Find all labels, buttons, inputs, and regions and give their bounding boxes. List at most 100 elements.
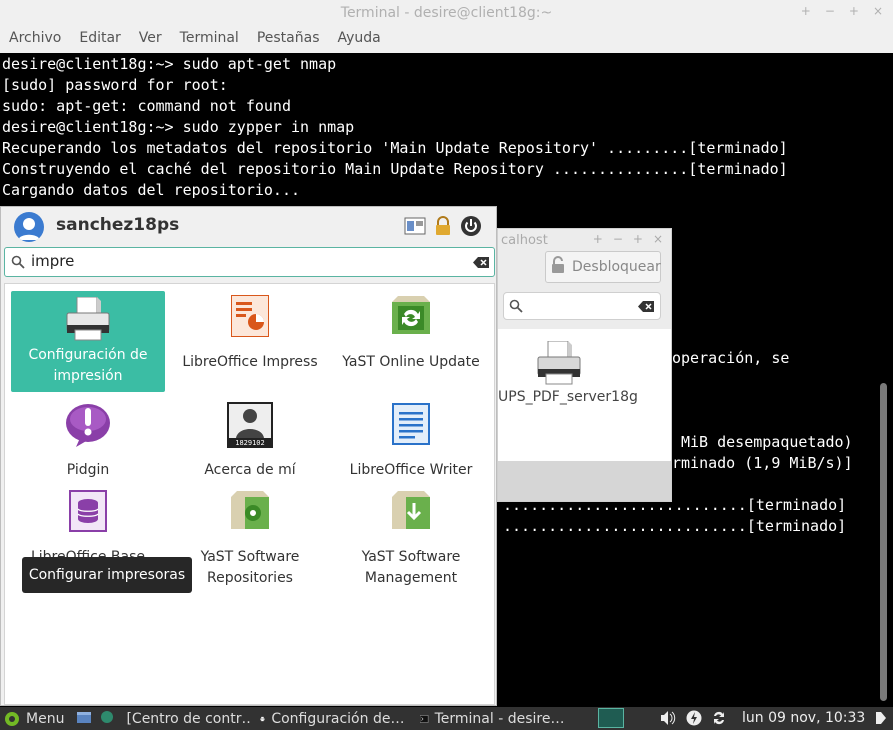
libreoffice-impress-icon <box>225 294 275 344</box>
dialog-search-input[interactable] <box>503 292 661 320</box>
clock[interactable]: lun 09 nov, 10:33 <box>742 710 865 726</box>
menu-ayuda[interactable]: Ayuda <box>329 28 390 53</box>
printer-label[interactable]: UPS_PDF_server18g <box>498 389 638 405</box>
workspace-switcher[interactable] <box>598 708 624 728</box>
yast-software-repositories-icon <box>225 489 275 539</box>
menu-search-input[interactable] <box>31 252 451 270</box>
terminal-titlebar[interactable]: Terminal - desire@client18g:~ + − + × <box>0 0 893 28</box>
opensuse-icon <box>5 711 19 726</box>
libreoffice-base-icon <box>63 489 113 539</box>
terminal-line: rminado (1,9 MiB/s)] <box>672 454 853 472</box>
taskbar-item-printer-config[interactable]: Configuración de… <box>252 711 412 727</box>
result-yast-software-management[interactable]: YaST Software Management <box>334 489 488 589</box>
taskbar-item-terminal[interactable]: Terminal - desire… <box>412 711 572 727</box>
search-icon <box>11 255 25 269</box>
application-menu: sanchez18ps Configuración de impresión <box>0 206 497 706</box>
result-yast-online-update[interactable]: YaST Online Update <box>334 294 488 373</box>
libreoffice-writer-icon <box>386 402 436 452</box>
search-icon <box>509 299 523 313</box>
start-menu-button[interactable]: Menu <box>0 711 72 727</box>
dialog-minimize-icon[interactable]: − <box>613 232 623 246</box>
result-label: LibreOffice Impress <box>182 354 318 370</box>
window-pin-icon[interactable]: + <box>801 4 811 18</box>
pidgin-icon <box>63 402 113 452</box>
username: sanchez18ps <box>56 215 180 235</box>
result-yast-software-repositories[interactable]: YaST Software Repositories <box>173 489 327 589</box>
clear-icon[interactable] <box>473 257 489 268</box>
result-label: YaST Software Repositories <box>200 549 300 586</box>
update-icon[interactable] <box>711 710 727 730</box>
dialog-maximize-icon[interactable]: + <box>633 232 643 246</box>
dialog-printer-list: UPS_PDF_server18g <box>498 329 671 461</box>
window-minimize-icon[interactable]: − <box>825 4 835 18</box>
result-label: Pidgin <box>66 462 110 478</box>
result-libreoffice-impress[interactable]: LibreOffice Impress <box>173 294 327 373</box>
result-libreoffice-writer[interactable]: LibreOffice Writer <box>334 402 488 481</box>
printer-dialog: calhost + − + × Desbloquear UPS_PDF_serv… <box>497 228 672 502</box>
terminal-line: Recuperando los metadatos del repositori… <box>2 139 788 157</box>
taskbar-item-label: Configuración de… <box>271 710 405 727</box>
terminal-line: MiB desempaquetado) <box>681 433 853 451</box>
taskbar-item-control-center[interactable]: [Centro de contr… <box>118 711 252 727</box>
show-desktop-icon[interactable] <box>874 710 888 730</box>
result-label: YaST Online Update <box>342 354 480 370</box>
taskbar: Menu [Centro de contr… Configuración de…… <box>0 707 893 730</box>
taskbar-item-label: Terminal - desire… <box>434 710 565 727</box>
terminal-scrollbar[interactable] <box>880 383 887 701</box>
window-close-icon[interactable]: × <box>873 4 883 18</box>
result-pidgin[interactable]: Pidgin <box>11 402 165 481</box>
clear-icon[interactable] <box>638 301 654 312</box>
about-me-badge: 1829102 <box>235 439 265 447</box>
menu-header: sanchez18ps <box>1 207 496 245</box>
menu-ver[interactable]: Ver <box>130 28 171 53</box>
power-icon[interactable] <box>460 215 482 241</box>
taskbar-item-label: [Centro de contr… <box>126 710 253 727</box>
terminal-line: Cargando datos del repositorio... <box>2 181 301 199</box>
terminal-title: Terminal - desire@client18g:~ <box>340 5 553 21</box>
printer-icon <box>63 291 113 341</box>
terminal-line: ...........................[terminado] <box>503 517 847 535</box>
dialog-title: calhost <box>501 233 548 248</box>
menu-editar[interactable]: Editar <box>70 28 129 53</box>
dialog-pin-icon[interactable]: + <box>593 232 603 246</box>
dialog-close-icon[interactable]: × <box>653 232 663 246</box>
terminal-line: [sudo] password for root: <box>2 76 228 94</box>
terminal-line: Construyendo el caché del repositorio Ma… <box>2 160 788 178</box>
yast-online-update-icon <box>386 294 436 344</box>
start-menu-label: Menu <box>26 710 65 727</box>
menu-search-box <box>4 247 495 277</box>
yast-software-management-icon <box>386 489 436 539</box>
about-me-icon: 1829102 <box>225 402 275 452</box>
lock-screen-icon[interactable] <box>434 216 452 240</box>
terminal-menubar: Archivo Editar Ver Terminal Pestañas Ayu… <box>0 28 893 53</box>
terminal-line: operación, se <box>672 349 790 367</box>
file-manager-icon[interactable] <box>72 710 96 728</box>
tooltip: Configurar impresoras <box>22 557 192 593</box>
result-label: Configuración de impresión <box>28 347 148 384</box>
control-center-icon[interactable] <box>96 710 118 728</box>
search-results: Configuración de impresión LibreOffice I… <box>4 283 495 705</box>
volume-icon[interactable] <box>659 710 677 730</box>
screen-icon[interactable] <box>404 217 426 239</box>
dialog-footer <box>498 461 671 501</box>
window-maximize-icon[interactable]: + <box>849 4 859 18</box>
menu-terminal[interactable]: Terminal <box>171 28 248 53</box>
terminal-line: desire@client18g:~> sudo zypper in nmap <box>2 118 355 136</box>
printer-icon[interactable] <box>536 340 582 389</box>
result-acerca-de-mi[interactable]: 1829102 Acerca de mí <box>173 402 327 481</box>
unlock-button-label: Desbloquear <box>572 259 661 275</box>
result-label: Acerca de mí <box>204 462 296 478</box>
lock-icon <box>550 256 566 278</box>
result-label: YaST Software Management <box>361 549 461 586</box>
unlock-button[interactable]: Desbloquear <box>545 251 661 283</box>
power-status-icon[interactable] <box>686 710 702 730</box>
terminal-icon <box>420 714 429 723</box>
menu-pestanas[interactable]: Pestañas <box>248 28 329 53</box>
menu-archivo[interactable]: Archivo <box>0 28 70 53</box>
result-configuracion-impresion[interactable]: Configuración de impresión <box>11 291 165 392</box>
terminal-line: sudo: apt-get: command not found <box>2 97 291 115</box>
result-label: LibreOffice Writer <box>349 462 473 478</box>
avatar[interactable] <box>14 212 44 242</box>
terminal-line: desire@client18g:~> sudo apt-get nmap <box>2 55 337 73</box>
printer-icon <box>260 716 266 721</box>
